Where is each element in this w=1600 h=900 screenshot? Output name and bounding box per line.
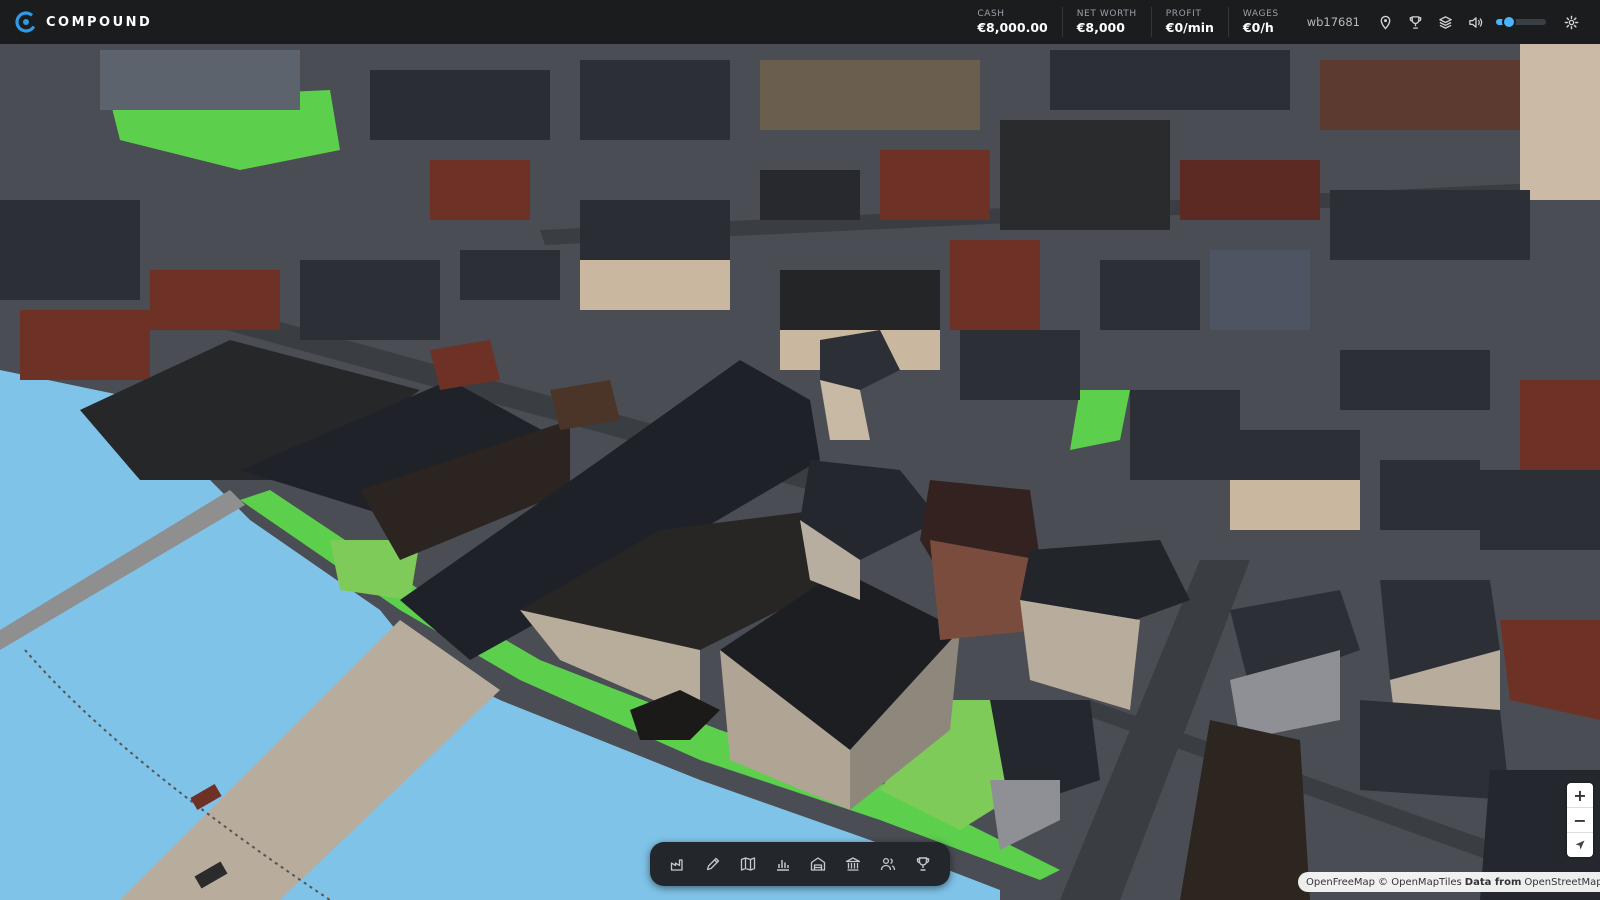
volume-slider-handle[interactable] bbox=[1501, 15, 1516, 29]
dock-button-people[interactable] bbox=[873, 849, 903, 879]
map-attribution: OpenFreeMap © OpenMapTiles Data from Ope… bbox=[1298, 872, 1600, 892]
app-title: COMPOUND bbox=[46, 14, 153, 30]
stat-wages: WAGES €0/h bbox=[1229, 7, 1293, 37]
factory-icon bbox=[670, 859, 683, 871]
warehouse-icon bbox=[810, 857, 825, 871]
people-icon bbox=[880, 857, 895, 871]
stat-label: PROFIT bbox=[1165, 8, 1202, 19]
dock-button-production[interactable] bbox=[663, 849, 693, 879]
settings-icon bbox=[1564, 15, 1578, 29]
top-bar: COMPOUND CASH €8,000.00 NET WORTH €8,000… bbox=[0, 0, 1600, 44]
attribution-openfreemap-link[interactable]: OpenFreeMap bbox=[1306, 877, 1375, 888]
stat-profit: PROFIT €0/min bbox=[1152, 7, 1229, 37]
dock-button-map[interactable] bbox=[733, 849, 763, 879]
map-pin-button[interactable] bbox=[1374, 11, 1396, 33]
map-pin-icon bbox=[1380, 15, 1390, 30]
stat-value: €0/h bbox=[1242, 19, 1274, 35]
compound-logo-icon bbox=[15, 11, 37, 33]
zoom-control: + − bbox=[1567, 783, 1593, 857]
compass-button[interactable] bbox=[1567, 833, 1593, 857]
bottom-toolbar bbox=[650, 842, 950, 886]
stats-bar: CASH €8,000.00 NET WORTH €8,000 PROFIT €… bbox=[963, 7, 1292, 37]
attribution-osm-link[interactable]: OpenStreetMap bbox=[1524, 877, 1600, 888]
attribution-openmaptiles-link[interactable]: © OpenMapTiles bbox=[1378, 877, 1462, 888]
settings-button[interactable] bbox=[1560, 11, 1582, 33]
layers-button[interactable] bbox=[1434, 11, 1456, 33]
volume-slider[interactable] bbox=[1496, 15, 1546, 29]
layers-icon bbox=[1438, 15, 1452, 29]
sound-button[interactable] bbox=[1464, 11, 1486, 33]
game-viewport[interactable]: COMPOUND CASH €8,000.00 NET WORTH €8,000… bbox=[0, 0, 1600, 900]
building bbox=[1360, 700, 1510, 800]
username[interactable]: wb17681 bbox=[1307, 15, 1360, 29]
bank-icon bbox=[845, 857, 860, 871]
achievements-button[interactable] bbox=[1404, 11, 1426, 33]
compass-icon bbox=[1575, 840, 1585, 850]
app-logo[interactable]: COMPOUND bbox=[14, 10, 152, 34]
dock-button-bank[interactable] bbox=[838, 849, 868, 879]
trophy-icon bbox=[916, 857, 929, 871]
stat-value: €8,000.00 bbox=[977, 19, 1048, 35]
city-map[interactable] bbox=[0, 0, 1600, 900]
stat-value: €0/min bbox=[1165, 19, 1214, 35]
stat-label: CASH bbox=[977, 8, 1005, 19]
dock-button-achievements[interactable] bbox=[908, 849, 938, 879]
dock-button-stats[interactable] bbox=[768, 849, 798, 879]
stat-net-worth: NET WORTH €8,000 bbox=[1063, 7, 1152, 37]
map-icon bbox=[740, 857, 755, 871]
stat-cash: CASH €8,000.00 bbox=[963, 7, 1063, 37]
speaker-icon bbox=[1468, 16, 1482, 28]
pencil-icon bbox=[706, 857, 719, 871]
stat-label: WAGES bbox=[1242, 8, 1279, 19]
trophy-icon bbox=[1409, 15, 1421, 29]
bar-chart-icon bbox=[776, 860, 789, 871]
zoom-in-button[interactable]: + bbox=[1567, 783, 1593, 808]
attribution-data-from: Data from bbox=[1464, 876, 1522, 888]
stat-value: €8,000 bbox=[1076, 19, 1125, 35]
stat-label: NET WORTH bbox=[1076, 8, 1137, 19]
dock-button-warehouse[interactable] bbox=[803, 849, 833, 879]
zoom-out-button[interactable]: − bbox=[1567, 808, 1593, 833]
dock-button-edit[interactable] bbox=[698, 849, 728, 879]
